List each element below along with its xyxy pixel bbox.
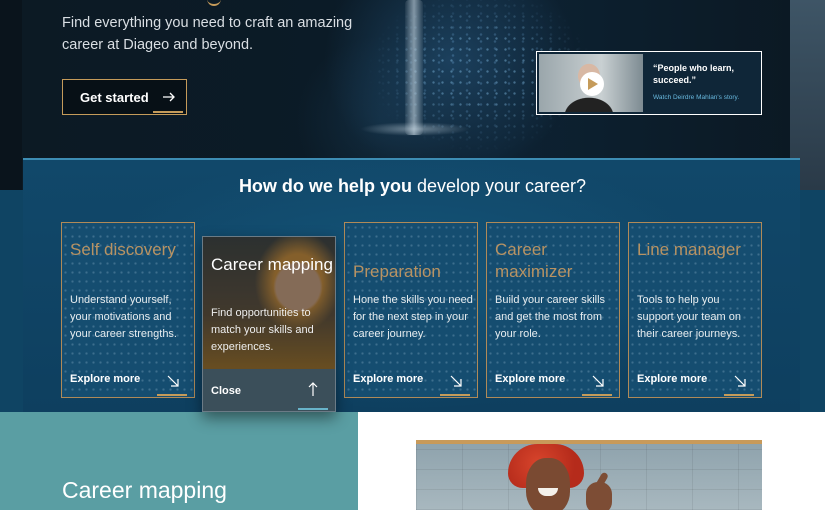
card-accent-bar [724,394,754,396]
card-title: Preparation [353,262,441,281]
explore-more-link[interactable]: Explore more [70,373,140,385]
career-mapping-panel: Career mapping [0,412,358,510]
card-title: Career maximizer [495,240,573,281]
section-heading-rest: develop your career? [411,176,587,196]
video-card[interactable]: “People who learn, succeed.” Watch Deird… [536,51,762,115]
section-heading: How do we help you develop your career? [0,176,825,197]
arrow-down-right-icon[interactable] [591,374,605,388]
card-accent-bar [440,394,470,396]
arrow-down-right-icon[interactable] [166,374,180,388]
close-bar[interactable]: Close [203,369,335,411]
career-mapping-photo [416,440,762,510]
card-title: Self discovery [70,240,176,259]
card-preparation[interactable]: Preparation Hone the skills you need for… [344,222,478,398]
card-description: Build your career skills and get the mos… [495,294,606,340]
video-story-link[interactable]: Watch Deirdre Mahlan's story. [653,94,739,101]
section-right-strip [800,190,825,412]
get-started-label: Get started [80,89,149,105]
explore-more-link[interactable]: Explore more [637,373,707,385]
play-icon [588,78,598,90]
video-thumbnail[interactable] [539,54,643,112]
arrow-down-right-icon[interactable] [733,374,747,388]
card-description: Find opportunities to match your skills … [211,307,314,353]
get-started-button[interactable]: Get started [62,79,187,115]
card-line-manager[interactable]: Line manager Tools to help you support y… [628,222,762,398]
arrow-down-right-icon[interactable] [449,374,463,388]
card-description: Tools to help you support your team on t… [637,294,741,340]
card-description: Understand yourself, your motivations an… [70,294,177,340]
hero-tagline: Find everything you need to craft an ama… [62,15,353,53]
video-quote: “People who learn, succeed.” [653,63,735,85]
card-self-discovery[interactable]: Self discovery Understand yourself, your… [61,222,195,398]
card-description: Hone the skills you need for the next st… [353,294,473,340]
hero-glass-stem [405,0,423,135]
card-title: Line manager [637,240,741,259]
explore-more-link[interactable]: Explore more [495,373,565,385]
card-accent-bar [157,394,187,396]
section-left-strip [0,190,23,412]
play-button[interactable] [580,72,604,96]
card-title: Career mapping [211,255,333,274]
card-career-maximizer[interactable]: Career maximizer Build your career skill… [486,222,620,398]
arrow-up-icon[interactable] [307,381,319,397]
explore-more-link[interactable]: Explore more [353,373,423,385]
hero-heading-swash [207,0,221,6]
career-mapping-heading: Career mapping [62,477,227,503]
close-button[interactable]: Close [211,385,241,397]
section-heading-bold: How do we help you [238,176,412,196]
card-career-mapping[interactable]: Career mapping Find opportunities to mat… [202,236,336,412]
card-accent-bar [582,394,612,396]
photo-face [526,458,570,510]
hero-glass-base [360,122,470,136]
card-accent-bar [298,408,328,410]
arrow-right-icon [163,92,175,102]
button-accent-bar [153,111,183,113]
